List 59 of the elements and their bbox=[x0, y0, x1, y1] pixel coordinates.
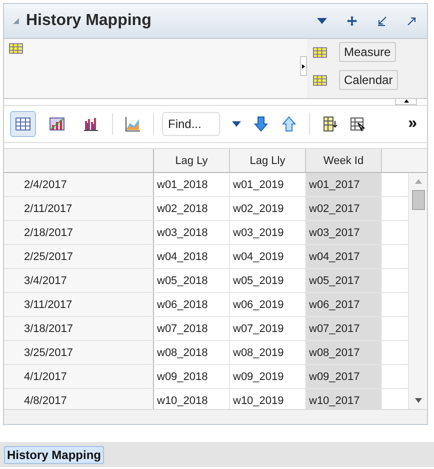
row-header: 3/11/2017 bbox=[4, 293, 154, 316]
table-cell: w06_2017 bbox=[306, 293, 382, 316]
row-header: 4/1/2017 bbox=[4, 365, 154, 388]
overflow-button[interactable]: » bbox=[404, 115, 421, 133]
dropdown-icon[interactable] bbox=[232, 121, 241, 127]
arrow-down-icon[interactable] bbox=[253, 116, 269, 132]
grid-view-button[interactable] bbox=[10, 111, 36, 137]
table-cell: w05_2017 bbox=[306, 269, 382, 292]
table-cell: w02_2017 bbox=[306, 197, 382, 220]
maximize-icon[interactable] bbox=[407, 16, 417, 26]
splitter-handle[interactable] bbox=[300, 56, 307, 76]
table-cell: w04_2017 bbox=[306, 245, 382, 268]
dropdown-icon[interactable] bbox=[317, 16, 327, 26]
table-cell: w09_2018 bbox=[154, 365, 230, 388]
column-header: Lag Ly bbox=[154, 149, 230, 172]
row-header: 2/4/2017 bbox=[4, 173, 154, 196]
table-cell: w02_2018 bbox=[154, 197, 230, 220]
table-cell: w09_2017 bbox=[306, 365, 382, 388]
table-cell: w03_2017 bbox=[306, 221, 382, 244]
row-header: 2/11/2017 bbox=[4, 197, 154, 220]
chart-grid-icon bbox=[49, 116, 65, 132]
search-field[interactable]: Find... bbox=[162, 112, 220, 136]
column-header: Week Id bbox=[306, 149, 382, 172]
panel-tab[interactable]: History Mapping bbox=[4, 446, 104, 464]
move-icon[interactable] bbox=[347, 16, 357, 26]
row-header: 2/25/2017 bbox=[4, 245, 154, 268]
bar-chart-icon bbox=[83, 116, 99, 132]
column-insert-icon[interactable] bbox=[322, 116, 338, 132]
grid-icon bbox=[313, 46, 327, 58]
row-header: 3/4/2017 bbox=[4, 269, 154, 292]
table-cell: w07_2018 bbox=[154, 317, 230, 340]
table-cell: w07_2017 bbox=[306, 317, 382, 340]
table-cell: w01_2017 bbox=[306, 173, 382, 196]
table-cell: w03_2018 bbox=[154, 221, 230, 244]
restore-icon[interactable] bbox=[377, 16, 387, 26]
row-header: 3/18/2017 bbox=[4, 317, 154, 340]
table-cell: w04_2018 bbox=[154, 245, 230, 268]
grid-view-icon bbox=[15, 116, 31, 132]
scroll-down-icon[interactable] bbox=[414, 398, 422, 403]
arrow-up-icon[interactable] bbox=[281, 116, 297, 132]
table-cell: w06_2018 bbox=[154, 293, 230, 316]
table-cell: w01_2018 bbox=[154, 173, 230, 196]
table-cell: w05_2018 bbox=[154, 269, 230, 292]
grid-icon bbox=[9, 43, 23, 54]
collapse-handle[interactable] bbox=[395, 99, 417, 105]
scroll-thumb[interactable] bbox=[412, 190, 424, 210]
table-cell: w08_2018 bbox=[154, 341, 230, 364]
table-cell: w08_2017 bbox=[306, 341, 382, 364]
table-cell: w10_2017 bbox=[306, 389, 382, 409]
panel-title: History Mapping bbox=[26, 12, 152, 30]
dimension-button[interactable]: Calendar bbox=[339, 70, 398, 90]
row-header: 4/8/2017 bbox=[4, 389, 154, 409]
row-header: 2/18/2017 bbox=[4, 221, 154, 244]
dimension-button[interactable]: Measure bbox=[339, 42, 396, 62]
select-cells-icon[interactable] bbox=[350, 116, 366, 132]
row-header: 3/25/2017 bbox=[4, 341, 154, 364]
grid-icon bbox=[313, 74, 327, 86]
scrollbar[interactable] bbox=[408, 173, 427, 409]
area-chart-icon[interactable] bbox=[125, 116, 141, 132]
